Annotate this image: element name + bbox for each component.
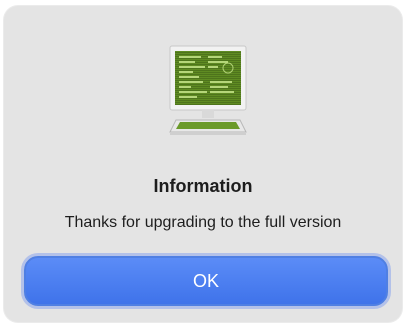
computer-monitor-icon <box>169 45 247 135</box>
ok-button[interactable]: OK <box>24 256 388 306</box>
information-dialog: Information Thanks for upgrading to the … <box>4 6 402 322</box>
ok-button-label: OK <box>192 270 219 291</box>
dialog-message: Thanks for upgrading to the full version <box>64 214 342 231</box>
dialog-title: Information <box>153 176 253 196</box>
